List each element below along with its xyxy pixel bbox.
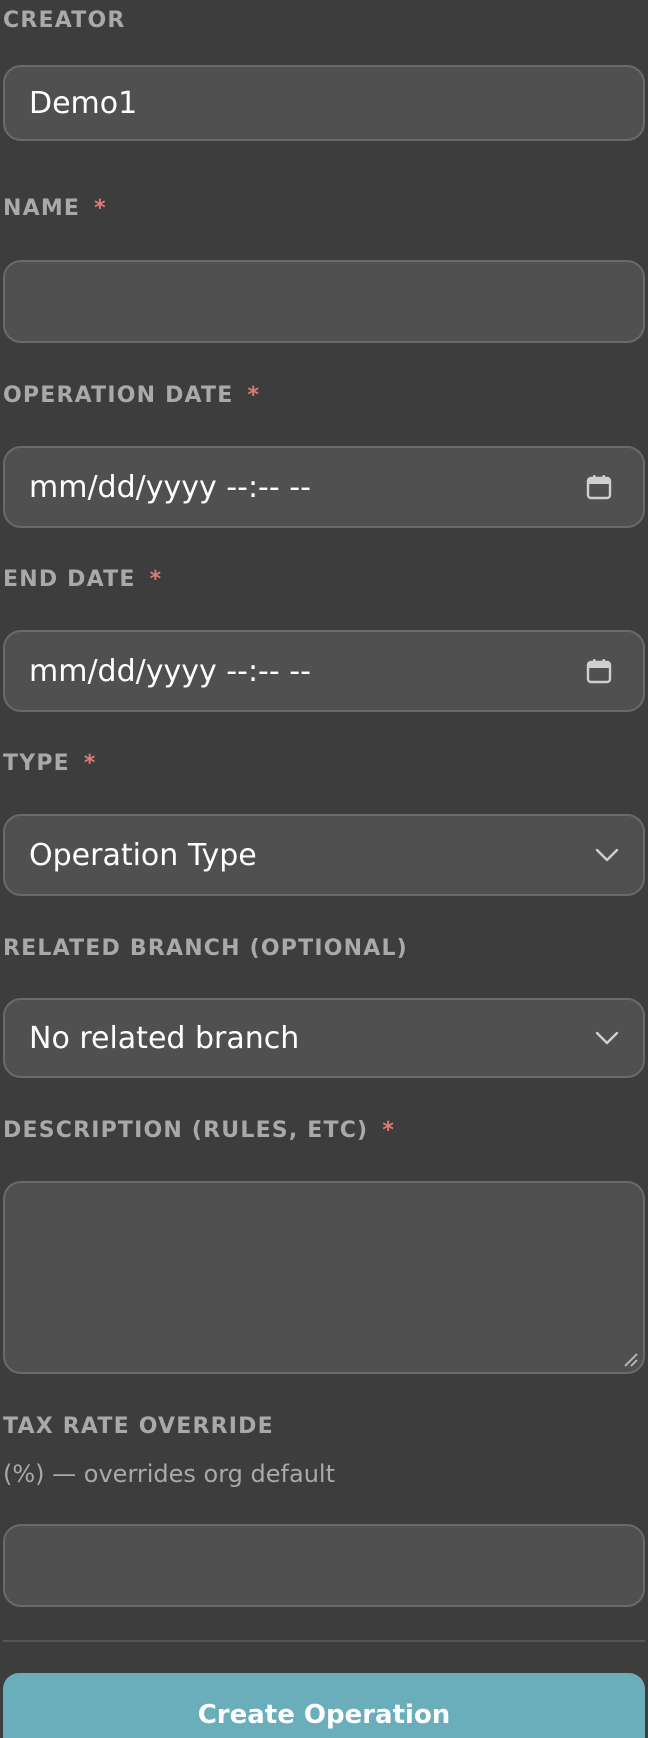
end-date-placeholder: mm/dd/yyyy --:-- -- — [29, 653, 311, 689]
creator-label-text: CREATOR — [3, 8, 126, 33]
resize-handle-icon[interactable] — [621, 1350, 639, 1368]
operation-date-input[interactable]: mm/dd/yyyy --:-- -- — [3, 446, 645, 528]
description-label: DESCRIPTION (RULES, ETC) * — [3, 1120, 395, 1142]
chevron-down-icon — [595, 1031, 619, 1045]
end-date-label: END DATE * — [3, 569, 162, 591]
name-label-text: NAME — [3, 196, 81, 221]
end-date-input[interactable]: mm/dd/yyyy --:-- -- — [3, 630, 645, 712]
description-textarea[interactable] — [3, 1181, 645, 1374]
tax-rate-override-hint: (%) — overrides org default — [3, 1460, 335, 1488]
name-label: NAME * — [3, 198, 107, 220]
tax-rate-override-input[interactable] — [3, 1524, 645, 1607]
creator-value: Demo1 — [29, 85, 138, 121]
required-marker: * — [149, 567, 163, 592]
description-label-text: DESCRIPTION (RULES, ETC) — [3, 1118, 369, 1143]
related-branch-select[interactable]: No related branch — [3, 998, 645, 1078]
chevron-down-icon — [595, 848, 619, 862]
required-marker: * — [94, 196, 107, 221]
tax-rate-override-label: TAX RATE OVERRIDE — [3, 1416, 274, 1438]
required-marker: * — [83, 751, 97, 776]
required-marker: * — [382, 1118, 396, 1143]
calendar-icon[interactable] — [585, 657, 613, 685]
creator-label: CREATOR — [3, 10, 125, 32]
related-branch-label-text: RELATED BRANCH (OPTIONAL) — [3, 936, 408, 961]
operation-date-label: OPERATION DATE * — [3, 385, 260, 407]
name-input[interactable] — [3, 260, 645, 343]
type-label-text: TYPE — [3, 751, 70, 776]
calendar-icon[interactable] — [585, 473, 613, 501]
operation-date-placeholder: mm/dd/yyyy --:-- -- — [29, 469, 311, 505]
create-operation-button[interactable]: Create Operation — [3, 1673, 645, 1738]
tax-rate-override-label-text: TAX RATE OVERRIDE — [3, 1414, 274, 1439]
required-marker: * — [247, 383, 261, 408]
type-select[interactable]: Operation Type — [3, 814, 645, 896]
end-date-label-text: END DATE — [3, 567, 136, 592]
create-operation-form: CREATOR Demo1 NAME * OPERATION DATE * mm/d… — [0, 0, 648, 1738]
related-branch-label: RELATED BRANCH (OPTIONAL) — [3, 938, 408, 960]
type-label: TYPE * — [3, 753, 97, 775]
operation-date-label-text: OPERATION DATE — [3, 383, 234, 408]
creator-field[interactable]: Demo1 — [3, 65, 645, 141]
form-divider — [3, 1640, 645, 1642]
type-selected-value: Operation Type — [29, 837, 257, 873]
related-branch-selected-value: No related branch — [29, 1020, 300, 1056]
